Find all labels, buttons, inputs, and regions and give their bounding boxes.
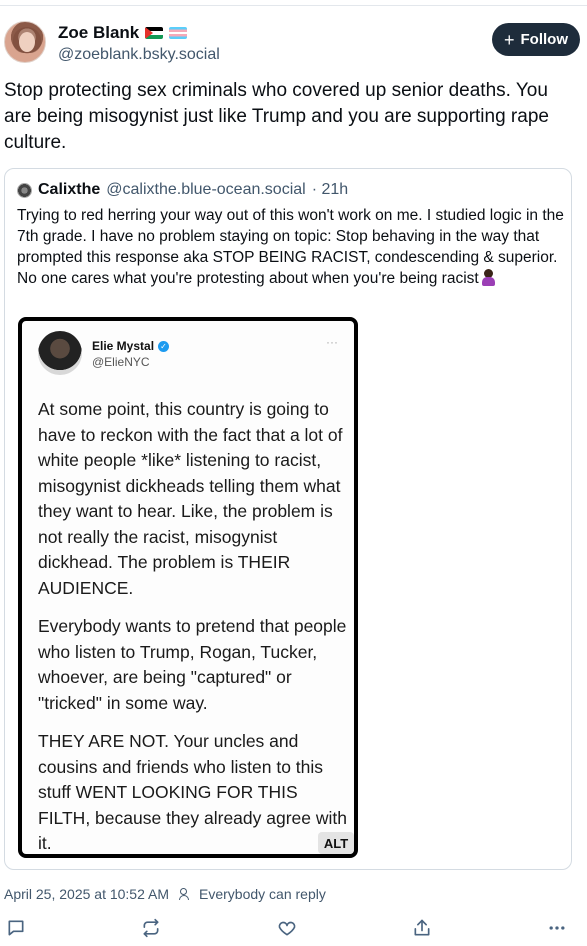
quoted-post-header: Calixthe @calixthe.blue-ocean.social · 2… <box>17 181 348 199</box>
post-header: Zoe Blank @zoeblank.bsky.social + Follow <box>4 20 580 70</box>
author-name-row: Zoe Blank <box>58 23 188 43</box>
post-actions <box>0 914 587 942</box>
people-icon <box>179 888 193 900</box>
woman-shrugging-emoji-icon <box>479 268 497 286</box>
author-display-name[interactable]: Zoe Blank <box>58 23 139 43</box>
verified-badge-icon: ✓ <box>158 340 170 352</box>
quoted-post-time: · 21h <box>311 181 349 198</box>
follow-button-label: Follow <box>520 31 569 48</box>
tweet-paragraph: Everybody wants to pretend that people w… <box>38 616 347 713</box>
quoted-post[interactable]: Calixthe @calixthe.blue-ocean.social · 2… <box>4 168 572 870</box>
quoted-author-name: Calixthe <box>38 181 101 198</box>
tweet-author-name-row: Elie Mystal ✓ <box>92 339 170 353</box>
alt-text-button[interactable]: ALT <box>318 832 354 854</box>
follow-button[interactable]: + Follow <box>492 23 580 56</box>
quoted-post-text-block: Trying to red herring your way out of th… <box>17 205 565 289</box>
tweet-paragraph: THEY ARE NOT. Your uncles and cousins an… <box>38 731 348 853</box>
embedded-tweet-header: Elie Mystal ✓ @ElieNYC ··· <box>38 331 338 379</box>
share-icon[interactable] <box>410 916 434 940</box>
tweet-more-icon: ··· <box>326 335 338 349</box>
top-divider <box>0 5 587 6</box>
reply-icon[interactable] <box>4 916 28 940</box>
tweet-author-avatar <box>38 331 82 375</box>
tweet-paragraph: At some point, this country is going to … <box>38 399 343 598</box>
more-icon[interactable] <box>545 916 569 940</box>
tweet-author-handle: @ElieNYC <box>92 355 150 369</box>
tweet-author-name: Elie Mystal <box>92 339 155 353</box>
author-avatar[interactable] <box>4 21 46 63</box>
quoted-post-image[interactable]: Elie Mystal ✓ @ElieNYC ··· At some point… <box>18 317 358 858</box>
quoted-author-handle: @calixthe.blue-ocean.social <box>106 181 306 198</box>
transgender-flag-icon <box>169 27 188 39</box>
post-text: Stop protecting sex criminals who covere… <box>4 80 549 153</box>
post-timestamp: April 25, 2025 at 10:52 AM <box>4 886 169 902</box>
post-meta: April 25, 2025 at 10:52 AM Everybody can… <box>4 886 326 902</box>
like-icon[interactable] <box>275 916 299 940</box>
repost-icon[interactable] <box>139 916 163 940</box>
plus-icon: + <box>503 29 515 50</box>
author-handle[interactable]: @zoeblank.bsky.social <box>58 46 220 64</box>
embedded-tweet-text: At some point, this country is going to … <box>38 397 354 854</box>
reply-setting[interactable]: Everybody can reply <box>199 886 326 902</box>
quoted-author-avatar <box>17 182 32 198</box>
palestine-flag-icon <box>145 27 164 39</box>
